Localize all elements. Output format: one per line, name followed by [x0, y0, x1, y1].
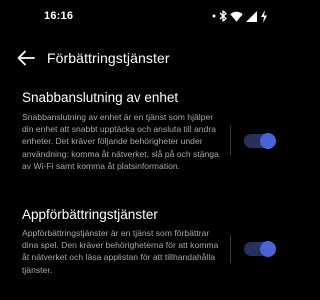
arrow-left-icon[interactable]	[16, 49, 36, 67]
dot-icon	[212, 9, 216, 23]
setting-description: Snabbanslutning av enhet är en tjänst so…	[22, 112, 219, 171]
toggle-thumb	[260, 133, 276, 149]
status-icons	[212, 9, 268, 23]
page-title: Förbättringstjänster	[47, 50, 170, 66]
status-time: 16:16	[44, 10, 74, 22]
app-enhancement-services-toggle[interactable]	[244, 241, 276, 257]
battery-charging-icon	[260, 9, 268, 23]
wifi-icon	[230, 11, 243, 22]
setting-item-quick-device-connection[interactable]: Snabbanslutning av enhet Snabbanslutning…	[22, 90, 292, 215]
signal-icon	[246, 10, 257, 22]
setting-item-app-enhancement-services[interactable]: Appförbättringstjänster Appförbättringst…	[22, 207, 292, 297]
app-bar: Förbättringstjänster	[0, 40, 292, 76]
quick-device-connection-toggle[interactable]	[244, 133, 276, 149]
setting-description: Appförbättringstjänster är en tjänst som…	[22, 228, 219, 275]
setting-title: Appförbättringstjänster	[22, 207, 158, 222]
toggle-thumb	[260, 241, 276, 257]
status-bar: 16:16	[0, 0, 292, 32]
divider	[230, 126, 231, 155]
setting-title: Snabbanslutning av enhet	[22, 90, 179, 105]
bluetooth-icon	[219, 10, 227, 22]
divider	[230, 235, 231, 263]
